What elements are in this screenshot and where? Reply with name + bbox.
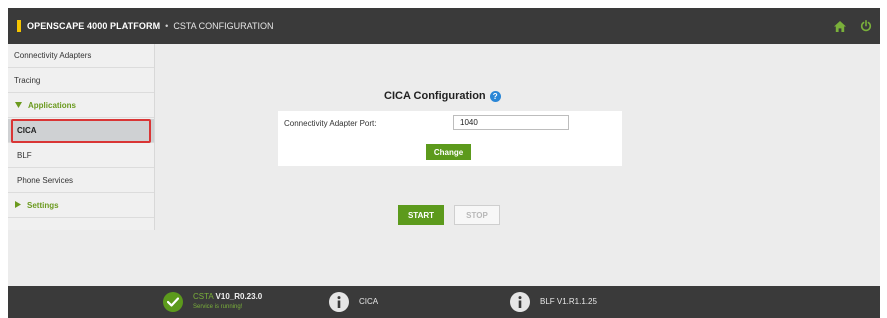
- status-bar: CSTA V10_R0.23.0 Service is running! CIC…: [8, 286, 880, 318]
- start-button[interactable]: START: [398, 205, 444, 225]
- sidebar-item-label: BLF: [17, 151, 32, 160]
- stop-button[interactable]: STOP: [454, 205, 500, 225]
- top-bar: OPENSCAPE 4000 PLATFORM • CSTA CONFIGURA…: [8, 8, 880, 44]
- sidebar-group-applications[interactable]: Applications: [8, 94, 154, 118]
- home-icon[interactable]: [834, 20, 846, 32]
- caret-down-icon: [15, 101, 22, 110]
- sidebar-item-label: CICA: [17, 126, 37, 135]
- sidebar-group-label: Applications: [28, 101, 77, 110]
- app-name: CICA: [359, 297, 379, 306]
- sidebar-item-cica[interactable]: CICA: [8, 119, 154, 143]
- info-icon: [329, 292, 349, 312]
- breadcrumb-section: CSTA CONFIGURATION: [173, 21, 274, 31]
- blf-info: BLF V1.R1.1.25: [510, 286, 597, 318]
- sidebar-item-label: Tracing: [14, 76, 41, 85]
- sidebar: Connectivity Adapters Tracing Applicatio…: [8, 44, 155, 230]
- sidebar-item-phone-services[interactable]: Phone Services: [8, 169, 154, 193]
- port-input[interactable]: [453, 115, 569, 130]
- sidebar-group-settings[interactable]: Settings: [8, 194, 154, 218]
- sidebar-item-label: Connectivity Adapters: [14, 51, 92, 60]
- sidebar-group-label: Settings: [27, 201, 59, 210]
- power-icon[interactable]: [860, 20, 872, 32]
- service-version: V10_R0.23.0: [215, 292, 263, 301]
- sidebar-item-blf[interactable]: BLF: [8, 144, 154, 168]
- app-info: CICA: [329, 286, 378, 318]
- port-label: Connectivity Adapter Port:: [284, 119, 377, 128]
- help-icon[interactable]: ?: [489, 90, 501, 102]
- service-prefix: CSTA: [193, 292, 214, 301]
- caret-right-icon: [15, 201, 21, 210]
- breadcrumb-separator: •: [165, 21, 169, 31]
- config-panel: Connectivity Adapter Port: Change: [278, 111, 622, 166]
- check-circle-icon: [163, 292, 183, 312]
- sidebar-item-tracing[interactable]: Tracing: [8, 69, 154, 93]
- page: OPENSCAPE 4000 PLATFORM • CSTA CONFIGURA…: [8, 8, 880, 318]
- service-status: CSTA V10_R0.23.0 Service is running!: [163, 286, 262, 318]
- blf-version: BLF V1.R1.1.25: [540, 297, 597, 306]
- info-icon: [510, 292, 530, 312]
- service-status-text: Service is running!: [193, 304, 243, 310]
- sidebar-item-label: Phone Services: [17, 176, 74, 185]
- brand-mark: [17, 20, 21, 32]
- change-button[interactable]: Change: [426, 144, 471, 160]
- page-title-text: CICA Configuration: [384, 90, 486, 102]
- page-title: CICA Configuration ?: [384, 90, 501, 102]
- product-title: OPENSCAPE 4000 PLATFORM: [27, 21, 161, 31]
- sidebar-item-connectivity-adapters[interactable]: Connectivity Adapters: [8, 44, 154, 68]
